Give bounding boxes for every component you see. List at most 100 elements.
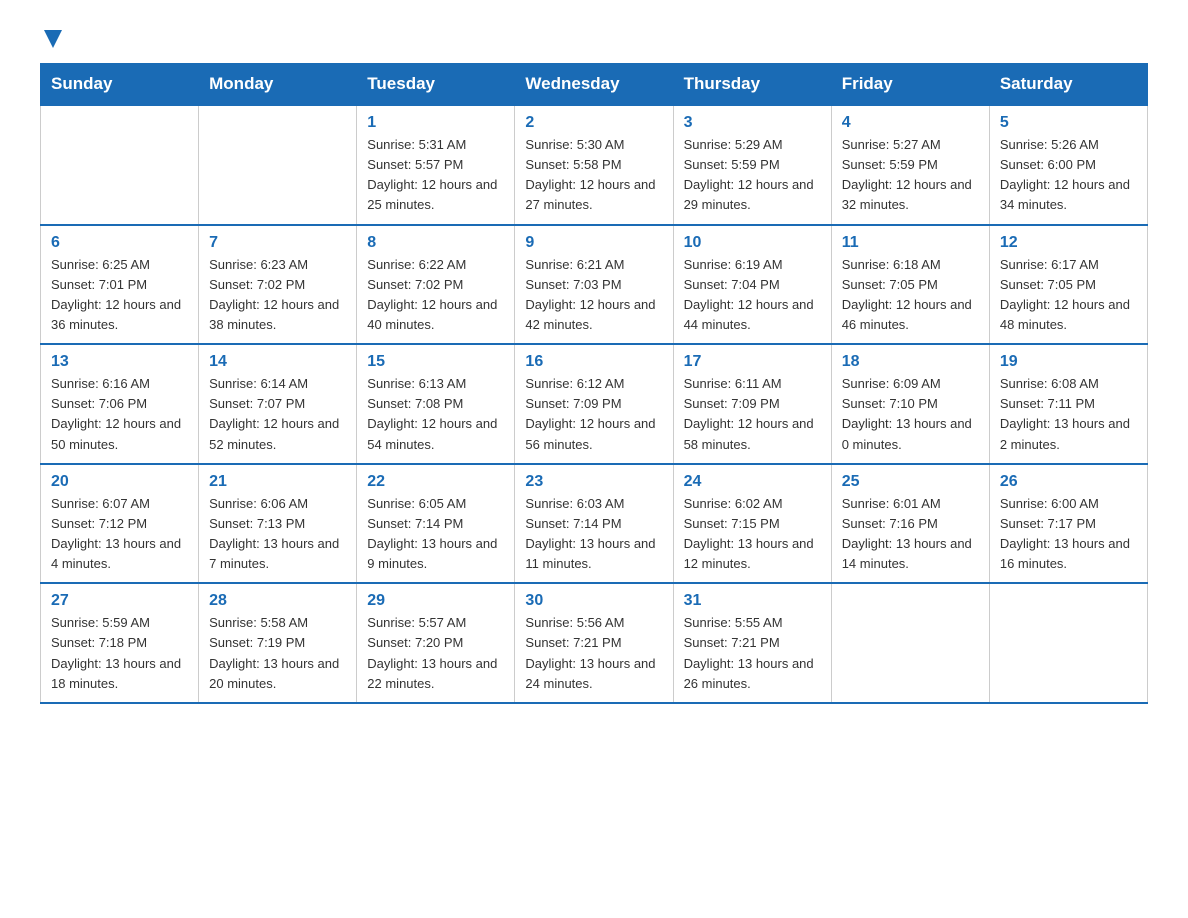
calendar-cell <box>989 583 1147 703</box>
calendar-cell: 14 Sunrise: 6:14 AMSunset: 7:07 PMDayligh… <box>199 344 357 464</box>
calendar-week-4: 20Sunrise: 6:07 AMSunset: 7:12 PMDayligh… <box>41 464 1148 584</box>
day-info: Sunrise: 5:27 AMSunset: 5:59 PMDaylight:… <box>842 135 979 216</box>
day-number: 21 <box>209 473 346 491</box>
day-info: Sunrise: 5:57 AMSunset: 7:20 PMDaylight:… <box>367 613 504 694</box>
day-number: 30 <box>525 592 662 610</box>
calendar-cell: 21 Sunrise: 6:06 AMSunset: 7:13 PMDayligh… <box>199 464 357 584</box>
page-header <box>40 30 1148 53</box>
calendar-week-5: 27 Sunrise: 5:59 AMSunset: 7:18 PMDayligh… <box>41 583 1148 703</box>
weekday-header-wednesday: Wednesday <box>515 64 673 106</box>
day-info: Sunrise: 6:00 AMSunset: 7:17 PMDaylight:… <box>1000 494 1137 575</box>
day-number: 16 <box>525 353 662 371</box>
day-number: 5 <box>1000 114 1137 132</box>
calendar-cell <box>199 105 357 225</box>
day-info: Sunrise: 5:55 AMSunset: 7:21 PMDaylight:… <box>684 613 821 694</box>
day-number: 17 <box>684 353 821 371</box>
day-number: 19 <box>1000 353 1137 371</box>
day-number: 14 <box>209 353 346 371</box>
calendar-cell: 19 Sunrise: 6:08 AMSunset: 7:11 PMDayligh… <box>989 344 1147 464</box>
day-number: 31 <box>684 592 821 610</box>
day-number: 3 <box>684 114 821 132</box>
calendar-cell: 18 Sunrise: 6:09 AMSunset: 7:10 PMDayligh… <box>831 344 989 464</box>
calendar-cell <box>831 583 989 703</box>
day-number: 25 <box>842 473 979 491</box>
day-number: 11 <box>842 234 979 252</box>
calendar-cell: 5 Sunrise: 5:26 AMSunset: 6:00 PMDaylight… <box>989 105 1147 225</box>
day-info: Sunrise: 6:21 AMSunset: 7:03 PMDaylight:… <box>525 255 662 336</box>
day-info: Sunrise: 5:58 AMSunset: 7:19 PMDaylight:… <box>209 613 346 694</box>
calendar-cell: 7 Sunrise: 6:23 AMSunset: 7:02 PMDaylight… <box>199 225 357 345</box>
calendar-cell: 10 Sunrise: 6:19 AMSunset: 7:04 PMDayligh… <box>673 225 831 345</box>
weekday-header-tuesday: Tuesday <box>357 64 515 106</box>
day-info: Sunrise: 6:23 AMSunset: 7:02 PMDaylight:… <box>209 255 346 336</box>
calendar-cell: 31 Sunrise: 5:55 AMSunset: 7:21 PMDayligh… <box>673 583 831 703</box>
day-info: Sunrise: 6:05 AMSunset: 7:14 PMDaylight:… <box>367 494 504 575</box>
day-info: Sunrise: 6:16 AMSunset: 7:06 PMDaylight:… <box>51 374 188 455</box>
calendar-week-3: 13 Sunrise: 6:16 AMSunset: 7:06 PMDayligh… <box>41 344 1148 464</box>
calendar-header-row: SundayMondayTuesdayWednesdayThursdayFrid… <box>41 64 1148 106</box>
day-number: 23 <box>525 473 662 491</box>
calendar-cell: 24 Sunrise: 6:02 AMSunset: 7:15 PMDayligh… <box>673 464 831 584</box>
weekday-header-sunday: Sunday <box>41 64 199 106</box>
day-number: 13 <box>51 353 188 371</box>
day-info: Sunrise: 5:26 AMSunset: 6:00 PMDaylight:… <box>1000 135 1137 216</box>
calendar-cell: 2 Sunrise: 5:30 AMSunset: 5:58 PMDaylight… <box>515 105 673 225</box>
day-info: Sunrise: 6:13 AMSunset: 7:08 PMDaylight:… <box>367 374 504 455</box>
day-info: Sunrise: 6:06 AMSunset: 7:13 PMDaylight:… <box>209 494 346 575</box>
day-number: 6 <box>51 234 188 252</box>
day-number: 10 <box>684 234 821 252</box>
calendar-cell: 1Sunrise: 5:31 AMSunset: 5:57 PMDaylight… <box>357 105 515 225</box>
day-info: Sunrise: 6:18 AMSunset: 7:05 PMDaylight:… <box>842 255 979 336</box>
calendar-cell: 4 Sunrise: 5:27 AMSunset: 5:59 PMDaylight… <box>831 105 989 225</box>
day-number: 7 <box>209 234 346 252</box>
logo <box>40 30 62 53</box>
calendar-cell: 17 Sunrise: 6:11 AMSunset: 7:09 PMDayligh… <box>673 344 831 464</box>
day-number: 15 <box>367 353 504 371</box>
day-number: 4 <box>842 114 979 132</box>
calendar-cell <box>41 105 199 225</box>
calendar-cell: 12 Sunrise: 6:17 AMSunset: 7:05 PMDayligh… <box>989 225 1147 345</box>
day-number: 9 <box>525 234 662 252</box>
day-number: 29 <box>367 592 504 610</box>
calendar-cell: 25 Sunrise: 6:01 AMSunset: 7:16 PMDayligh… <box>831 464 989 584</box>
day-info: Sunrise: 6:14 AMSunset: 7:07 PMDaylight:… <box>209 374 346 455</box>
day-number: 24 <box>684 473 821 491</box>
day-info: Sunrise: 5:30 AMSunset: 5:58 PMDaylight:… <box>525 135 662 216</box>
calendar-cell: 23Sunrise: 6:03 AMSunset: 7:14 PMDayligh… <box>515 464 673 584</box>
calendar-cell: 6 Sunrise: 6:25 AMSunset: 7:01 PMDaylight… <box>41 225 199 345</box>
day-number: 27 <box>51 592 188 610</box>
day-number: 8 <box>367 234 504 252</box>
day-info: Sunrise: 6:17 AMSunset: 7:05 PMDaylight:… <box>1000 255 1137 336</box>
calendar-cell: 13 Sunrise: 6:16 AMSunset: 7:06 PMDayligh… <box>41 344 199 464</box>
day-number: 18 <box>842 353 979 371</box>
day-info: Sunrise: 6:02 AMSunset: 7:15 PMDaylight:… <box>684 494 821 575</box>
calendar-cell: 28 Sunrise: 5:58 AMSunset: 7:19 PMDayligh… <box>199 583 357 703</box>
weekday-header-thursday: Thursday <box>673 64 831 106</box>
calendar-cell: 27 Sunrise: 5:59 AMSunset: 7:18 PMDayligh… <box>41 583 199 703</box>
day-number: 12 <box>1000 234 1137 252</box>
day-info: Sunrise: 6:08 AMSunset: 7:11 PMDaylight:… <box>1000 374 1137 455</box>
calendar-cell: 20Sunrise: 6:07 AMSunset: 7:12 PMDayligh… <box>41 464 199 584</box>
day-info: Sunrise: 6:19 AMSunset: 7:04 PMDaylight:… <box>684 255 821 336</box>
calendar-week-1: 1Sunrise: 5:31 AMSunset: 5:57 PMDaylight… <box>41 105 1148 225</box>
day-number: 2 <box>525 114 662 132</box>
day-number: 28 <box>209 592 346 610</box>
day-info: Sunrise: 5:59 AMSunset: 7:18 PMDaylight:… <box>51 613 188 694</box>
day-info: Sunrise: 6:12 AMSunset: 7:09 PMDaylight:… <box>525 374 662 455</box>
calendar-cell: 15 Sunrise: 6:13 AMSunset: 7:08 PMDayligh… <box>357 344 515 464</box>
calendar-week-2: 6 Sunrise: 6:25 AMSunset: 7:01 PMDaylight… <box>41 225 1148 345</box>
calendar-cell: 11 Sunrise: 6:18 AMSunset: 7:05 PMDayligh… <box>831 225 989 345</box>
weekday-header-monday: Monday <box>199 64 357 106</box>
day-info: Sunrise: 5:29 AMSunset: 5:59 PMDaylight:… <box>684 135 821 216</box>
weekday-header-saturday: Saturday <box>989 64 1147 106</box>
day-info: Sunrise: 6:11 AMSunset: 7:09 PMDaylight:… <box>684 374 821 455</box>
day-info: Sunrise: 6:25 AMSunset: 7:01 PMDaylight:… <box>51 255 188 336</box>
calendar-cell: 30Sunrise: 5:56 AMSunset: 7:21 PMDayligh… <box>515 583 673 703</box>
calendar-cell: 3 Sunrise: 5:29 AMSunset: 5:59 PMDaylight… <box>673 105 831 225</box>
day-info: Sunrise: 6:01 AMSunset: 7:16 PMDaylight:… <box>842 494 979 575</box>
day-info: Sunrise: 6:09 AMSunset: 7:10 PMDaylight:… <box>842 374 979 455</box>
day-info: Sunrise: 6:22 AMSunset: 7:02 PMDaylight:… <box>367 255 504 336</box>
calendar-table: SundayMondayTuesdayWednesdayThursdayFrid… <box>40 63 1148 704</box>
calendar-cell: 29 Sunrise: 5:57 AMSunset: 7:20 PMDayligh… <box>357 583 515 703</box>
day-number: 22 <box>367 473 504 491</box>
